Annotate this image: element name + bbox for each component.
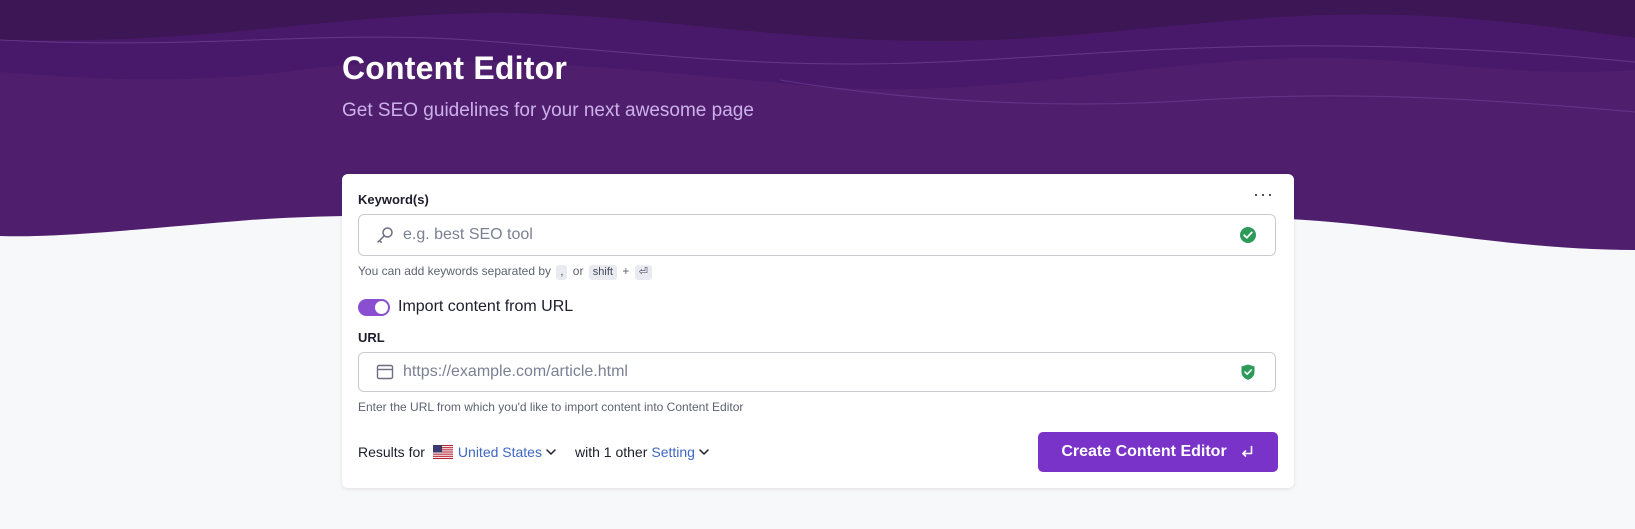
check-circle-icon [1240, 227, 1256, 243]
create-content-editor-button[interactable]: Create Content Editor [1038, 432, 1278, 472]
url-label: URL [358, 330, 385, 345]
page-title: Content Editor [342, 50, 567, 86]
hint-or-text: or [572, 264, 584, 278]
page-subtitle: Get SEO guidelines for your next awesome… [342, 100, 754, 121]
us-flag-icon [432, 445, 453, 459]
keywords-hint: You can add keywords separated by , or s… [358, 264, 654, 280]
chevron-down-icon [546, 449, 556, 455]
key-icon [377, 227, 393, 243]
results-settings-row: Results for United States with 1 other S… [358, 444, 710, 460]
check-circle-icon [1241, 364, 1255, 380]
url-input[interactable] [403, 353, 1223, 391]
setting-selector[interactable]: Setting [651, 444, 710, 460]
results-prefix: Results for [358, 444, 425, 460]
url-field[interactable] [358, 352, 1276, 392]
create-button-label: Create Content Editor [1061, 443, 1227, 460]
keywords-input[interactable] [403, 215, 1223, 255]
keywords-field[interactable] [358, 214, 1276, 256]
import-url-toggle-label: Import content from URL [398, 298, 574, 315]
import-url-toggle[interactable] [358, 299, 390, 316]
comma-key: , [556, 265, 568, 280]
more-options-button[interactable]: ··· [1253, 185, 1274, 203]
enter-key-icon [1241, 445, 1252, 457]
shift-key: shift [588, 265, 617, 280]
with-other-text: with 1 other [574, 444, 648, 460]
keywords-label: Keyword(s) [358, 192, 429, 207]
keywords-hint-text: You can add keywords separated by [358, 264, 552, 278]
setting-label: Setting [651, 444, 695, 460]
toggle-knob [375, 301, 388, 314]
chevron-down-icon [699, 449, 709, 455]
browser-window-icon [376, 364, 394, 380]
url-hint: Enter the URL from which you'd like to i… [358, 400, 744, 414]
hint-plus-text: + [622, 264, 630, 278]
enter-key: ⏎ [634, 265, 652, 280]
content-editor-form-card: Keyword(s) ··· You can add keywords sepa… [342, 174, 1294, 488]
country-label: United States [457, 444, 542, 460]
country-selector[interactable]: United States [458, 444, 557, 460]
